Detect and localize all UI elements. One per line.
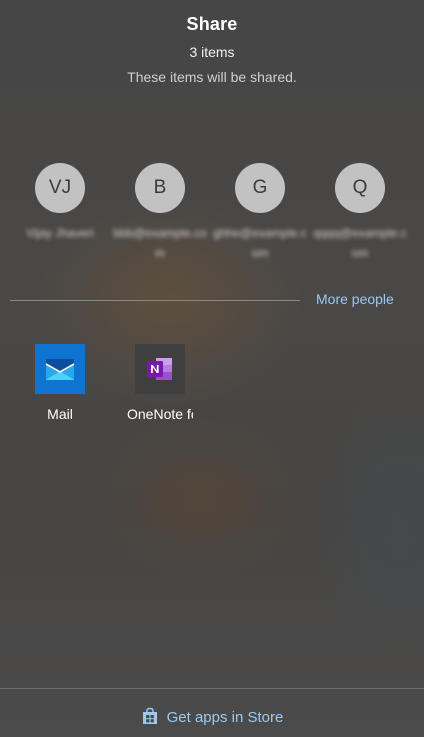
store-link-label: Get apps in Store [166, 709, 284, 726]
store-bag-icon [141, 707, 159, 729]
contact-name: bbb@example.com [113, 226, 207, 260]
footer-divider [0, 688, 424, 689]
share-subtitle: These items will be shared. [127, 69, 297, 85]
item-count: 3 items [189, 44, 235, 60]
contact-name: ghhe@example.com [213, 226, 307, 260]
avatar: Q [335, 163, 385, 213]
app-label: Mail [47, 406, 73, 422]
person-contact[interactable]: B bbb@example.com [110, 163, 210, 263]
contact-name: Vijay Jhaveri [26, 226, 94, 240]
avatar: VJ [35, 163, 85, 213]
person-contact[interactable]: Q qqqq@example.com [310, 163, 410, 263]
contact-name: qqqq@example.com [313, 226, 407, 260]
person-contact[interactable]: G ghhe@example.com [210, 163, 310, 263]
person-contact[interactable]: VJ Vijay Jhaveri [10, 163, 110, 243]
people-list: VJ Vijay Jhaveri B bbb@example.com G ghh… [10, 163, 410, 273]
app-mail[interactable]: Mail [10, 344, 110, 425]
app-onenote[interactable]: OneNote for Windows [110, 344, 210, 425]
get-apps-in-store-link[interactable]: Get apps in Store [0, 707, 424, 729]
onenote-icon [135, 344, 185, 394]
divider [10, 300, 300, 301]
avatar: B [135, 163, 185, 213]
mail-icon [35, 344, 85, 394]
app-label: OneNote for Windows [127, 406, 193, 422]
share-title: Share [186, 14, 238, 34]
avatar: G [235, 163, 285, 213]
more-people-link[interactable]: More people [316, 291, 394, 307]
